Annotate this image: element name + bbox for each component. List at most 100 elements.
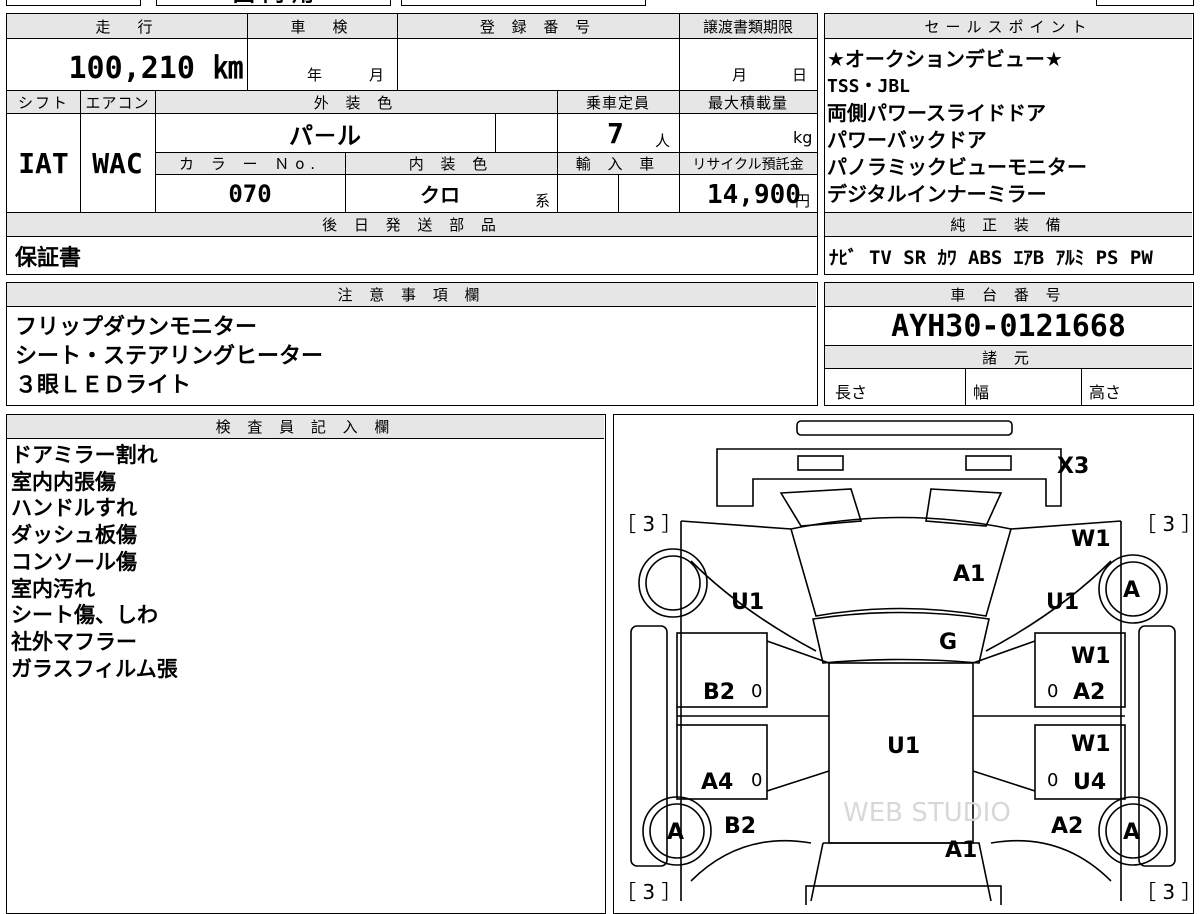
damage-u4-right: U4	[1073, 770, 1106, 795]
headlight-right	[965, 455, 1012, 471]
headlight-left	[797, 455, 844, 471]
later-parts-label: 後 日 発 送 部 品	[322, 216, 502, 234]
grille	[779, 488, 1003, 527]
transfer-header: 譲渡書類期限	[679, 14, 817, 39]
max-load-label: 最大積載量	[707, 93, 788, 112]
top-strip-cell-left	[6, 0, 141, 6]
mileage-label: 走 行	[95, 17, 159, 36]
inspector-line: 室内内張傷	[11, 469, 116, 494]
tire-front-left-outer	[638, 548, 708, 618]
front-body	[716, 448, 1062, 507]
later-parts-header: 後 日 発 送 部 品	[7, 213, 817, 237]
shaken-header: 車 検	[247, 14, 397, 39]
top-strip-cell-right	[1096, 0, 1194, 6]
inspector-list: ドアミラー割れ 室内内張傷 ハンドルすれ ダッシュ板傷 コンソール傷 室内汚れ …	[11, 442, 178, 682]
top-strip-cell-mid1: 国 内 用	[156, 0, 391, 8]
tire-right-rear-grade: A	[1123, 820, 1140, 845]
rear-fender-right	[990, 839, 1112, 882]
registration-header: 登 録 番 号	[397, 14, 679, 39]
divider	[345, 152, 346, 212]
body-outline-right	[1010, 520, 1122, 901]
divider	[965, 369, 966, 405]
interior-color-label: 内 装 色	[408, 155, 494, 173]
divider	[618, 175, 619, 212]
spec-label: 諸 元	[982, 348, 1035, 367]
inspector-line: 社外マフラー	[11, 629, 137, 654]
notes-label: 注 意 事 項 欄	[337, 286, 486, 304]
damage-u1-right-front: U1	[1046, 590, 1079, 615]
divider	[495, 114, 496, 152]
inspector-line: ハンドルすれ	[11, 496, 137, 521]
sales-point-line: デジタルインナーミラー	[827, 182, 1047, 206]
divider	[557, 91, 558, 212]
transfer-label: 譲渡書類期限	[702, 17, 793, 36]
exterior-color-label: 外 装 色	[313, 93, 399, 112]
recycle-label: リサイクル預託金	[692, 156, 804, 173]
note-line: シート・ステアリングヒーター	[15, 344, 324, 369]
registration-label: 登 録 番 号	[479, 17, 597, 36]
divider	[247, 14, 248, 91]
capacity-label: 乗車定員	[585, 93, 650, 112]
divider	[397, 14, 398, 91]
damage-u1-roof: U1	[887, 734, 920, 759]
shaken-year: 年	[307, 66, 323, 84]
chassis-label: 車 台 番 号	[950, 286, 1067, 304]
height-label: 高さ	[1089, 383, 1122, 402]
genuine-equipment-items: ﾅﾋﾞ TV SR ｶﾜ ABS ｴｱB ｱﾙﾐ PS PW	[829, 247, 1153, 269]
damage-w1-top: W1	[1071, 527, 1111, 552]
front-bumper	[796, 420, 1013, 436]
notes-list: フリップダウンモニター シート・ステアリングヒーター ３眼ＬＥＤライト	[15, 313, 323, 400]
sales-points-panel: セールスポイント ★オークションデビュー★ TSS・JBL 両側パワースライドド…	[824, 13, 1194, 275]
main-info-table: 走 行 車 検 登 録 番 号 譲渡書類期限 100,210 ㎞ 年 月 月 日…	[6, 13, 818, 275]
tread-tr: ［ 3 ］	[1136, 512, 1192, 536]
damage-w1-right-door1: W1	[1071, 644, 1111, 669]
damage-a1-hood: A1	[953, 562, 985, 587]
chassis-number: AYH30-0121668	[891, 308, 1126, 344]
interior-color-header: 内 装 色	[345, 152, 557, 175]
divider	[80, 91, 81, 212]
damage-a1-rear: A1	[945, 838, 977, 863]
note-line: フリップダウンモニター	[15, 315, 258, 340]
inspector-panel: 検 査 員 記 入 欄 ドアミラー割れ 室内内張傷 ハンドルすれ ダッシュ板傷 …	[6, 414, 606, 914]
genuine-equipment-header: 純 正 装 備	[825, 212, 1192, 237]
top-strip-mid1: 国 内 用	[233, 0, 314, 8]
interior-color-suffix: 系	[535, 192, 551, 210]
damage-g-windshield: G	[939, 630, 957, 655]
divider	[1081, 369, 1082, 405]
sales-point-line: ★オークションデビュー★	[827, 47, 1063, 71]
rear-bumper	[805, 885, 1002, 905]
right-mirror	[1138, 625, 1176, 867]
car-diagram: ［ 3 ］ ［ 3 ］ ［ 3 ］ ［ 3 ］ X3 W1 A1 U1 U1 A…	[616, 420, 1192, 905]
left-mirror	[630, 625, 668, 867]
tire-right-front-grade: A	[1123, 578, 1140, 603]
chassis-panel: 車 台 番 号 AYH30-0121668 諸 元 長さ 幅 高さ	[824, 282, 1194, 406]
shift-value: IAT	[18, 146, 69, 180]
inspector-label: 検 査 員 記 入 欄	[215, 418, 396, 436]
divider	[679, 91, 680, 212]
color-no-label: カ ラ ー Ｎo.	[179, 155, 321, 173]
capacity-unit: 人	[655, 132, 671, 150]
mileage-header: 走 行	[7, 14, 247, 39]
inspector-line: コンソール傷	[11, 549, 137, 574]
zero-right2: 0	[1047, 770, 1058, 791]
interior-color-value: クロ	[420, 183, 460, 207]
inspector-line: シート傷、しわ	[11, 603, 158, 628]
inspector-line: 室内汚れ	[11, 576, 95, 601]
rear-fender-left	[690, 839, 812, 882]
watermark: WEB STUDIO	[843, 798, 1011, 828]
tread-tl: ［ 3 ］	[616, 512, 681, 536]
max-load-header: 最大積載量	[679, 91, 817, 114]
top-strip-cell-mid2	[401, 0, 646, 6]
damage-b2-left: B2	[703, 680, 735, 705]
tread-bl: ［ 3 ］	[616, 880, 681, 904]
length-label: 長さ	[835, 383, 868, 402]
inspector-line: ガラスフィルム張	[11, 656, 178, 681]
shift-header: シフト	[7, 91, 80, 114]
inspector-line: ダッシュ板傷	[11, 523, 137, 548]
damage-u1-left-front: U1	[731, 590, 764, 615]
divider	[679, 14, 680, 91]
notes-panel: 注 意 事 項 欄 フリップダウンモニター シート・ステアリングヒーター ３眼Ｌ…	[6, 282, 818, 406]
color-no-header: カ ラ ー Ｎo.	[155, 152, 345, 175]
sales-point-line: パワーバックドア	[827, 128, 987, 152]
import-header: 輸 入 車	[557, 152, 679, 175]
